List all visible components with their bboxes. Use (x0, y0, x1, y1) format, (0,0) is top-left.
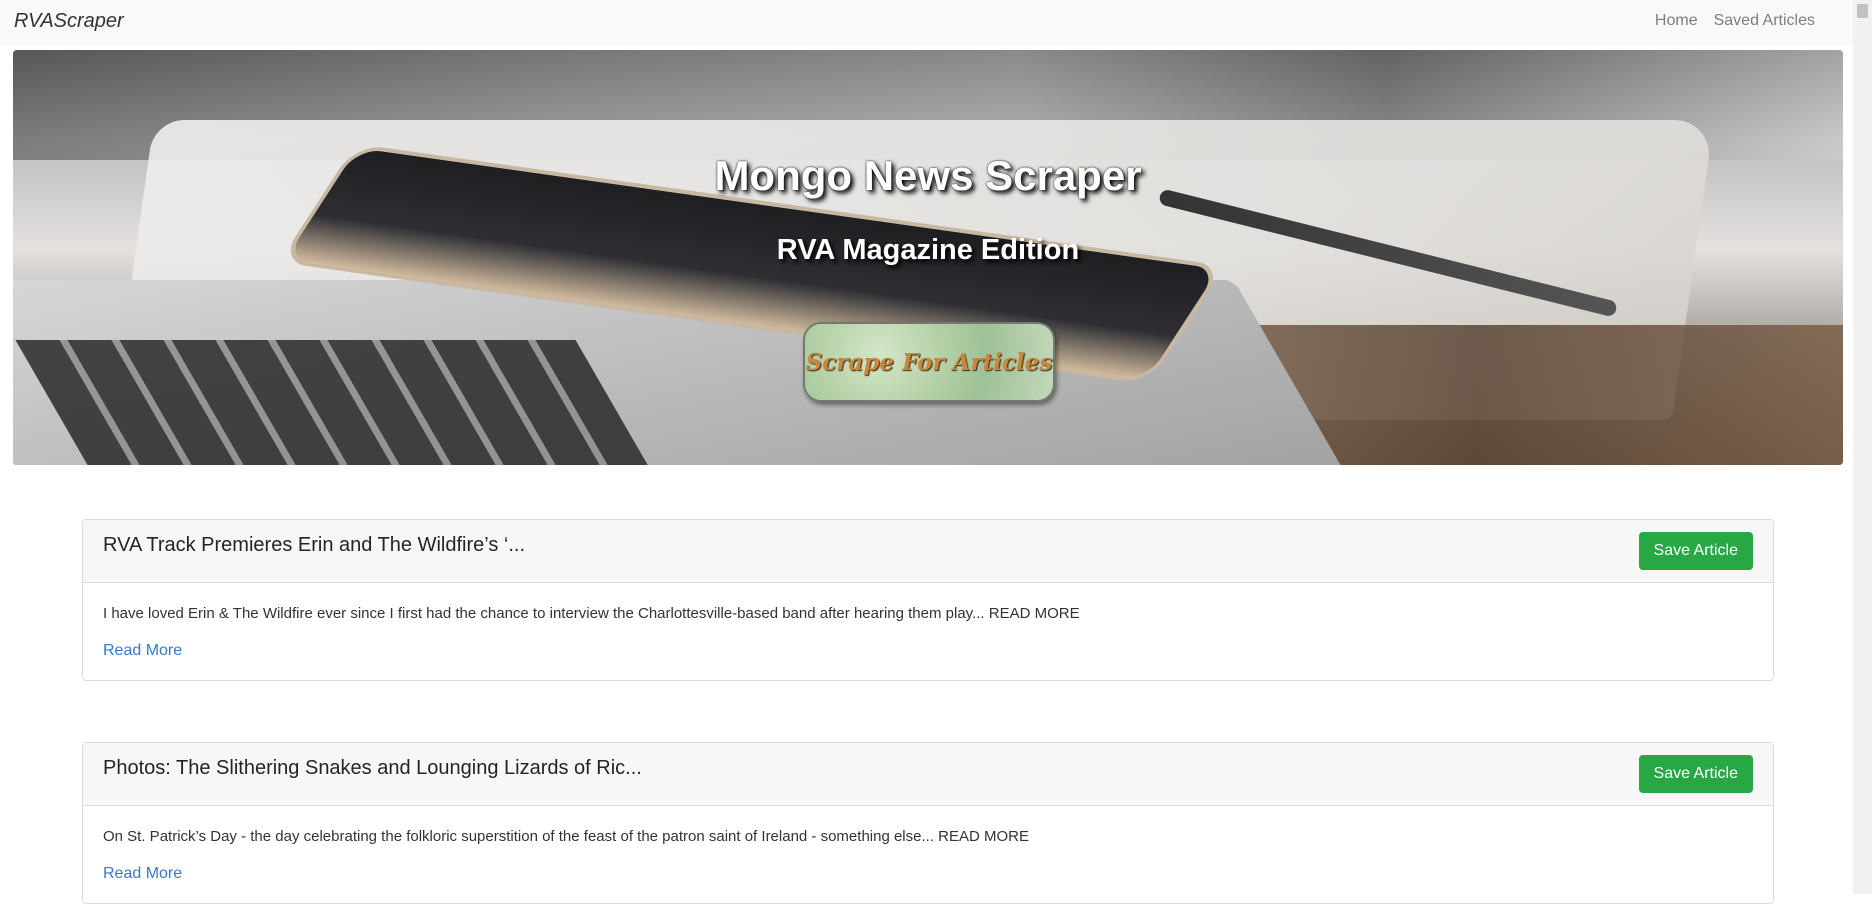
hero-subtitle: RVA Magazine Edition (776, 234, 1080, 266)
article-card-header: RVA Track Premieres Erin and The Wildfir… (83, 520, 1773, 583)
article-card: Photos: The Slithering Snakes and Loungi… (82, 742, 1774, 904)
nav-link-saved-articles[interactable]: Saved Articles (1714, 12, 1815, 30)
save-article-button[interactable]: Save Article (1638, 755, 1753, 793)
nav-links: Home Saved Articles (1655, 12, 1815, 30)
article-title: RVA Track Premieres Erin and The Wildfir… (103, 534, 526, 556)
navbar: RVAScraper Home Saved Articles (0, 0, 1853, 46)
scrape-articles-button[interactable]: Scrape For Articles (803, 322, 1055, 402)
read-more-link[interactable]: Read More (103, 865, 182, 882)
article-card: RVA Track Premieres Erin and The Wildfir… (82, 519, 1774, 681)
hero-banner: Mongo News Scraper RVA Magazine Edition … (13, 50, 1843, 465)
article-card-header: Photos: The Slithering Snakes and Loungi… (83, 743, 1773, 806)
article-title: Photos: The Slithering Snakes and Loungi… (103, 757, 642, 779)
hero-title: Mongo News Scraper (714, 152, 1142, 199)
article-card-body: On St. Patrick’s Day - the day celebrati… (83, 806, 1773, 903)
read-more-link[interactable]: Read More (103, 642, 182, 659)
nav-link-home[interactable]: Home (1655, 12, 1698, 30)
page-scrollbar[interactable] (1853, 0, 1872, 894)
article-summary: On St. Patrick’s Day - the day celebrati… (103, 828, 1029, 845)
brand-logo[interactable]: RVAScraper (14, 10, 124, 33)
article-card-body: I have loved Erin & The Wildfire ever si… (83, 583, 1773, 680)
article-summary: I have loved Erin & The Wildfire ever si… (103, 605, 1080, 622)
save-article-button[interactable]: Save Article (1638, 532, 1753, 570)
scrollbar-thumb[interactable] (1857, 4, 1868, 18)
hero-background-keyboard (15, 340, 651, 465)
